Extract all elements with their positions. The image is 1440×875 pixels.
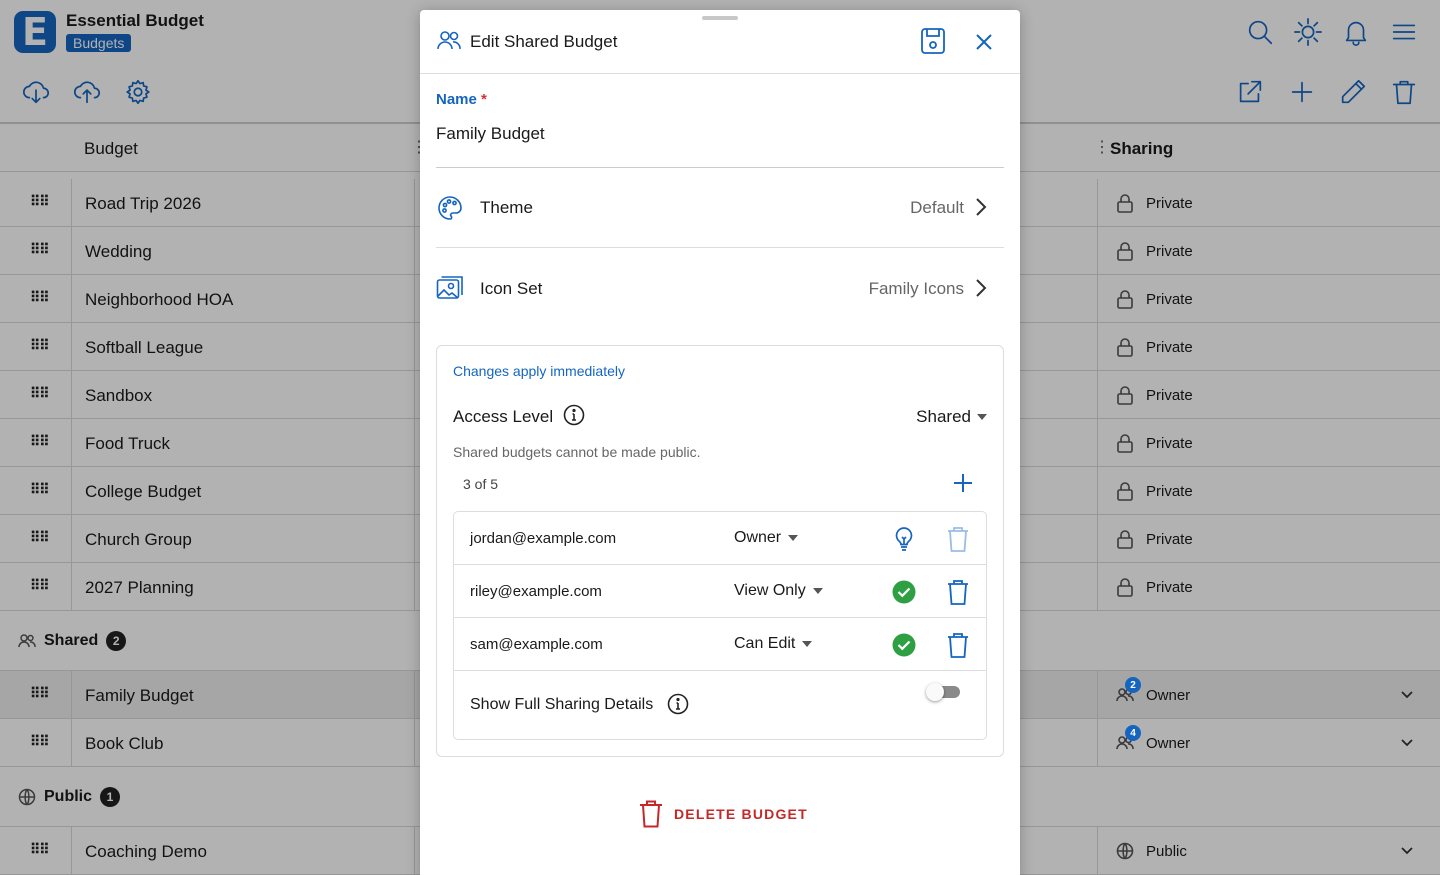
member-count-badge: 4 [1125,725,1141,741]
caret-down-icon [812,588,823,594]
check-circle-icon [892,579,916,605]
access-level-hint: Shared budgets cannot be made public. [453,444,701,460]
image-gallery-icon [436,275,464,303]
member-row: jordan@example.com Owner [454,512,986,565]
info-icon[interactable] [667,693,689,715]
theme-row[interactable]: Theme Default [436,168,1004,248]
edit-budget-dialog: Edit Shared Budget Name * Theme Default [420,10,1020,875]
dialog-title: Edit Shared Budget [470,32,618,51]
name-label-text: Name [436,91,477,108]
trash-icon [640,800,662,828]
member-role-select[interactable]: Can Edit [734,635,813,653]
name-field-label: Name * [436,91,487,108]
chevron-right-icon [974,196,988,218]
people-icon [436,28,462,54]
member-row: riley@example.com View Only [454,565,986,618]
dialog-header: Edit Shared Budget [420,10,1020,74]
access-level-value: Shared [916,407,971,426]
app-root: E Essential Budget Budgets Budget ⋮ ⋮ Sh… [0,0,1440,875]
member-email: jordan@example.com [470,530,617,547]
info-icon[interactable] [563,404,585,426]
access-level-select[interactable]: Shared [916,407,987,427]
trash-icon[interactable] [946,578,970,606]
member-count-badge: 2 [1125,677,1141,693]
delete-budget-label: DELETE BUDGET [674,806,808,822]
access-level-label: Access Level [453,407,554,426]
full-details-toggle[interactable] [926,680,962,702]
name-input[interactable] [436,123,1004,168]
delete-budget-button[interactable]: DELETE BUDGET [638,799,808,829]
theme-value: Default [910,198,964,217]
member-role: Can Edit [734,635,796,652]
member-role: View Only [734,582,806,599]
theme-label: Theme [480,198,533,217]
icon-set-label: Icon Set [480,279,543,298]
chevron-right-icon [974,277,988,299]
member-email: riley@example.com [470,583,602,600]
trash-icon[interactable] [946,631,970,659]
check-circle-icon [892,632,916,658]
member-role-select[interactable]: Owner [734,529,799,547]
members-list: jordan@example.com Owner riley@example.c… [453,511,987,740]
caret-down-icon [802,641,813,647]
member-row: sam@example.com Can Edit [454,618,986,671]
changes-notice: Changes apply immediately [453,363,625,379]
trash-icon [946,525,970,553]
full-details-label: Show Full Sharing Details [470,696,654,713]
close-icon[interactable] [972,30,996,54]
member-email: sam@example.com [470,636,603,653]
required-mark: * [481,91,487,108]
member-count: 3 of 5 [463,476,499,492]
caret-down-icon [977,414,987,420]
save-icon[interactable] [919,26,947,56]
member-role: Owner [734,529,782,546]
member-role-select[interactable]: View Only [734,582,823,600]
icon-set-value: Family Icons [868,279,964,298]
caret-down-icon [788,535,799,541]
palette-icon [436,194,464,222]
icon-set-row[interactable]: Icon Set Family Icons [436,249,1004,329]
add-member-button[interactable] [952,472,974,494]
bulb-icon [892,526,916,552]
sharing-card: Changes apply immediately Access Level S… [436,345,1004,757]
